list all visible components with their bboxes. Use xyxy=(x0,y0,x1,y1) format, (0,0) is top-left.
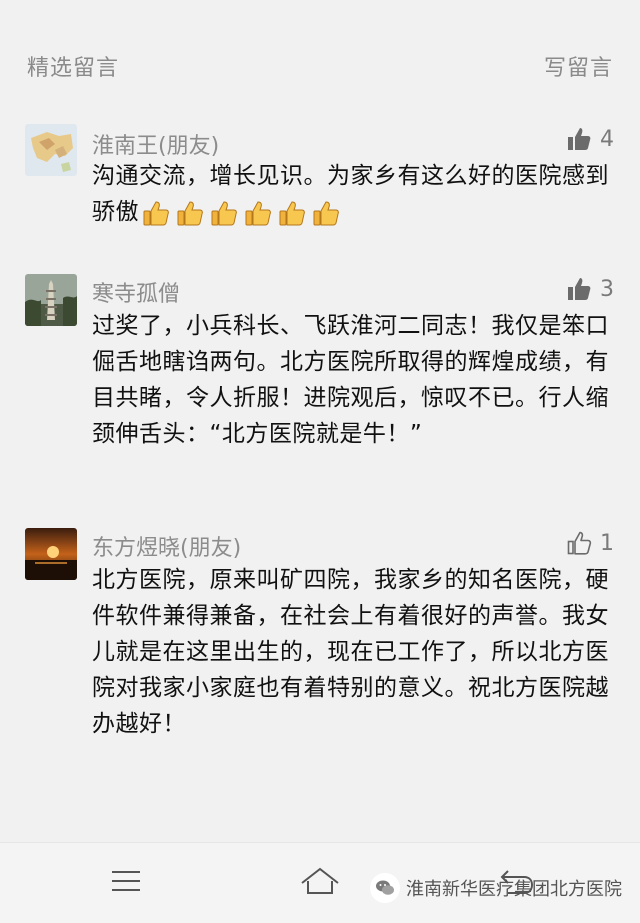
menu-icon xyxy=(112,871,140,891)
emoji-row xyxy=(141,198,341,228)
like-count: 4 xyxy=(600,126,614,152)
avatar[interactable] xyxy=(25,124,77,176)
bottom-nav-bar: 淮南新华医疗集团北方医院 xyxy=(0,842,640,923)
like-button[interactable]: 3 xyxy=(566,276,614,302)
thumbs-up-emoji-icon xyxy=(311,198,341,228)
comment-text: 沟通交流，增长见识。为家乡有这么好的医院感到骄傲 xyxy=(92,158,612,230)
thumbs-up-emoji-icon xyxy=(243,198,273,228)
wechat-logo-icon xyxy=(370,873,400,903)
menu-button[interactable] xyxy=(104,861,148,901)
thumbs-up-filled-icon xyxy=(568,278,591,300)
avatar[interactable] xyxy=(25,274,77,326)
thumbs-up-emoji-icon xyxy=(277,198,307,228)
thumbs-up-emoji-icon xyxy=(175,198,205,228)
comment-text: 过奖了，小兵科长、飞跃淮河二同志！我仅是笨口倔舌地瞎诌两句。北方医院所取得的辉煌… xyxy=(92,313,609,447)
commenter-name[interactable]: 寒寺孤僧 xyxy=(92,276,180,308)
like-count: 1 xyxy=(600,530,614,556)
watermark: 淮南新华医疗集团北方医院 xyxy=(370,873,622,903)
thumbs-up-filled-icon xyxy=(568,128,591,150)
like-count: 3 xyxy=(600,276,614,302)
watermark-text: 淮南新华医疗集团北方医院 xyxy=(406,879,622,900)
avatar[interactable] xyxy=(25,528,77,580)
like-button[interactable]: 1 xyxy=(566,530,614,556)
comment-text: 北方医院，原来叫矿四院，我家乡的知名医院，硬件软件兼得兼备，在社会上有着很好的声… xyxy=(92,567,609,737)
section-title: 精选留言 xyxy=(27,56,120,81)
like-button[interactable]: 4 xyxy=(566,126,614,152)
thumbs-up-emoji-icon xyxy=(141,198,171,228)
thumbs-up-outline-icon xyxy=(567,531,592,555)
commenter-name[interactable]: 东方煜晓(朋友) xyxy=(92,530,241,562)
thumbs-up-emoji-icon xyxy=(209,198,239,228)
home-icon xyxy=(301,867,339,894)
write-comment-button[interactable]: 写留言 xyxy=(544,50,613,82)
home-button[interactable] xyxy=(298,861,342,901)
comments-header: 精选留言 写留言 xyxy=(0,0,640,110)
commenter-name[interactable]: 淮南王(朋友) xyxy=(92,128,219,160)
